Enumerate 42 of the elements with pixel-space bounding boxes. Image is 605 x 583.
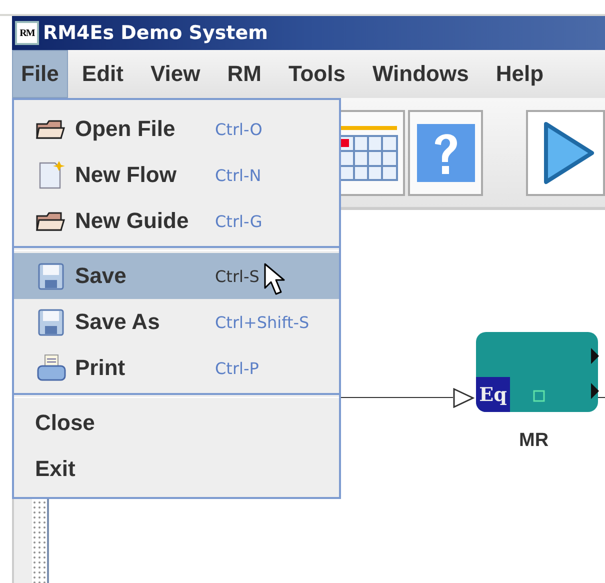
menu-item[interactable]: Save As Ctrl+Shift-S <box>14 299 339 345</box>
block-node[interactable]: Eq <box>476 332 598 412</box>
menu-item[interactable]: Print Ctrl-P <box>14 345 339 391</box>
printer-icon <box>35 353 67 383</box>
shortcut-label: Ctrl-O <box>215 120 262 138</box>
menu-item[interactable]: Edit <box>68 50 136 98</box>
eq-badge: Eq <box>476 377 510 412</box>
menu-item[interactable]: File <box>12 50 68 98</box>
menu-item[interactable]: Help <box>482 50 557 98</box>
menu-item-label: Print <box>75 355 126 381</box>
pointer-icon <box>263 262 285 296</box>
shortcut-label: Ctrl+Shift-S <box>215 312 310 332</box>
node-label: MR <box>519 430 549 452</box>
menu-item[interactable]: Save Ctrl-S <box>14 253 339 299</box>
menu-item[interactable]: New Flow Ctrl-N <box>14 152 339 198</box>
arrow-head-icon <box>453 388 475 408</box>
menu-item-label: Close <box>35 410 96 436</box>
menu-item[interactable]: Exit <box>14 446 339 492</box>
square-icon <box>533 390 545 402</box>
menu-item[interactable]: Open File Ctrl-O <box>14 106 339 152</box>
shortcut-label: Ctrl-N <box>215 166 262 184</box>
menu-item-label: New Guide <box>75 208 190 234</box>
menu-item-label: Save As <box>75 309 161 335</box>
menu-item[interactable]: New Guide Ctrl-G <box>14 198 339 244</box>
menu-item-label: Exit <box>35 456 76 482</box>
shortcut-label: Ctrl-G <box>215 212 262 230</box>
menu-item-label: Open File <box>75 116 176 142</box>
menu-item[interactable]: Close <box>14 400 339 446</box>
menu-item[interactable]: View <box>137 50 214 98</box>
menu-item[interactable]: Tools <box>275 50 358 98</box>
port-icon <box>591 383 599 399</box>
menu-item[interactable]: Windows <box>359 50 482 98</box>
menu-item[interactable]: RM <box>214 50 274 98</box>
shortcut-label: Ctrl-P <box>215 358 259 378</box>
play-button[interactable] <box>526 110 605 196</box>
help-button[interactable] <box>408 110 484 196</box>
app-icon: RM <box>15 21 39 45</box>
menu-item-label: New Flow <box>75 162 178 188</box>
shortcut-label: Ctrl-S <box>215 266 260 286</box>
menu-item-label: Save <box>75 263 128 289</box>
port-icon <box>591 348 599 364</box>
window-title: RM4Es Demo System <box>43 22 268 44</box>
